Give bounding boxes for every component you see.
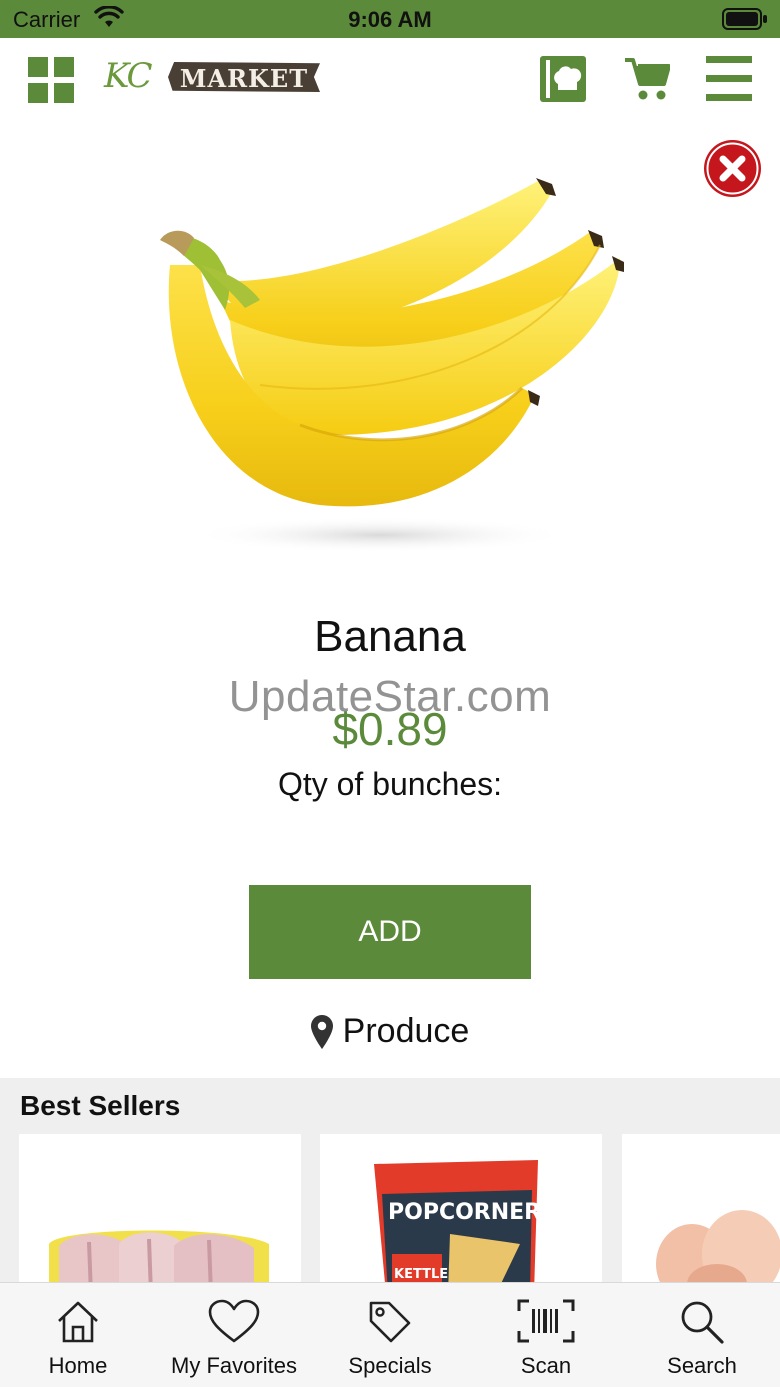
recipe-icon[interactable] [540, 56, 586, 102]
watermark-text: UpdateStar.com [228, 672, 552, 721]
tab-label: My Favorites [171, 1353, 297, 1378]
grid-icon[interactable] [28, 57, 74, 103]
product-name: Banana [314, 612, 466, 661]
home-icon [58, 1301, 98, 1343]
search-icon [681, 1301, 724, 1344]
logo-word: MARKET [179, 64, 309, 93]
product-card[interactable] [622, 1134, 780, 1288]
status-bar: Carrier 9:06 AM [0, 0, 780, 38]
bag-brand-text: POPCORNERS [388, 1200, 557, 1225]
product-card[interactable] [19, 1134, 301, 1288]
tab-my-favorites[interactable]: My Favorites [156, 1283, 312, 1387]
chicken-pieces-image [656, 1210, 780, 1288]
status-time: 9:06 AM [348, 7, 432, 32]
kc-market-logo[interactable]: KC MARKET [104, 56, 324, 98]
best-sellers-section: Best Sellers POPCORNERS KETTLE [0, 1078, 780, 1288]
bag-flavor-text: KETTLE [394, 1267, 448, 1282]
battery-icon [722, 8, 767, 30]
chicken-thighs-tray-image [49, 1230, 269, 1288]
heart-icon [208, 1299, 260, 1343]
close-button[interactable] [704, 140, 761, 197]
tab-search[interactable]: Search [624, 1283, 780, 1387]
tab-label: Search [667, 1353, 737, 1378]
add-to-cart-button[interactable]: ADD [249, 885, 531, 979]
tab-label: Specials [348, 1353, 432, 1378]
logo-initials: KC [104, 56, 152, 96]
tab-label: Scan [520, 1353, 572, 1378]
close-icon [706, 142, 759, 195]
location-label: Produce [342, 1012, 470, 1050]
tag-icon [369, 1301, 411, 1343]
cart-icon[interactable] [624, 56, 670, 102]
popcorners-bag-image: POPCORNERS KETTLE [374, 1160, 557, 1288]
tab-home[interactable]: Home [0, 1283, 156, 1387]
tab-label: Home [48, 1353, 108, 1378]
barcode-icon [517, 1299, 575, 1343]
quantity-label: Qty of bunches: [277, 766, 503, 802]
menu-icon[interactable] [706, 56, 752, 102]
app-header: KC MARKET [0, 38, 780, 122]
tab-scan[interactable]: Scan [468, 1283, 624, 1387]
product-card[interactable]: POPCORNERS KETTLE [320, 1134, 602, 1288]
map-pin-icon [310, 1014, 333, 1049]
bottom-tab-bar: Home My Favorites Specials Scan Search [0, 1282, 780, 1387]
product-location[interactable]: Produce [0, 1012, 780, 1051]
tab-specials[interactable]: Specials [312, 1283, 468, 1387]
section-title: Best Sellers [20, 1090, 181, 1121]
banana-bunch-image [160, 178, 624, 553]
